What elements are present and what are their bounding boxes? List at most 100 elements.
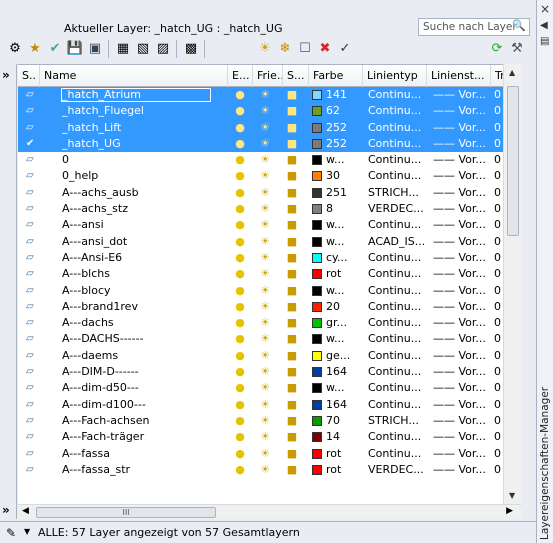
lightbulb-on-icon[interactable]: ● [233,331,247,347]
table-row[interactable]: ▱ A---dim-d100--- ● ☀ ■ 164 Continu... —— Vor..… [18,397,521,413]
layer-name[interactable]: 0_help [62,168,212,184]
layer-lineweight[interactable]: —— Vor... [433,413,491,429]
layer-lineweight[interactable]: —— Vor... [433,136,491,152]
layer-name[interactable]: A---dim-d100--- [62,397,212,413]
lightbulb-on-icon[interactable]: ● [233,168,247,184]
layer-lineweight[interactable]: —— Vor... [433,120,491,136]
layer-linetype[interactable]: ACAD_IS... [368,234,430,250]
layer-linetype[interactable]: VERDEC... [368,462,430,478]
table-row[interactable]: ▱ A---DIM-D------ ● ☀ ■ 164 Continu... —— Vor..… [18,364,521,380]
layer-color[interactable]: 20 [326,299,366,315]
layer-name[interactable]: A---blocy [62,283,212,299]
table-row[interactable]: ▱ _hatch_Fluegel ● ☀ ■ 62 Continu... —— Vor... 0 [18,103,521,120]
lightbulb-on-icon[interactable]: ● [233,120,247,136]
layer-color[interactable]: 251 [326,185,366,201]
layer-linetype[interactable]: Continu... [368,250,430,266]
layer-lineweight[interactable]: —— Vor... [433,217,491,233]
merge-icon[interactable]: ▨ [154,40,172,58]
layer-lineweight[interactable]: —— Vor... [433,446,491,462]
table-row[interactable]: ▱ A---DACHS------ ● ☀ ■ w... Continu... —— Vor.… [18,331,521,347]
lightbulb-on-icon[interactable]: ● [233,250,247,266]
layer-name[interactable]: _hatch_UG [62,136,212,152]
layer-color[interactable]: 164 [326,397,366,413]
layer-status-icon[interactable]: ▱ [26,429,46,445]
layer-color[interactable]: w... [326,152,366,168]
layer-name[interactable]: A---dachs [62,315,212,331]
col-color[interactable]: Farbe [309,65,363,87]
table-row[interactable]: ▱ A---blocy ● ☀ ■ w... Continu... —— Vor... 0 [18,283,521,299]
table-row[interactable]: ▱ A---dim-d50--- ● ☀ ■ w... Continu... —— Vor..… [18,380,521,396]
layer-status-icon[interactable]: ▱ [26,283,46,299]
layer-color[interactable]: 30 [326,168,366,184]
walk-icon[interactable]: ▧ [134,40,152,58]
color-swatch[interactable] [312,318,322,329]
layer-name[interactable]: A---DIM-D------ [62,364,212,380]
close-icon[interactable]: × [540,2,550,16]
filter-icon[interactable]: ✎ [6,526,16,540]
layer-name[interactable]: A---DACHS------ [62,331,212,347]
expand-filter-bottom-icon[interactable]: » [2,503,10,517]
unlocked-icon[interactable]: ■ [285,185,299,201]
color-swatch[interactable] [312,432,322,443]
unlocked-icon[interactable]: ■ [285,397,299,413]
sun-thawed-icon[interactable]: ☀ [258,217,272,233]
lightbulb-on-icon[interactable]: ● [233,234,247,250]
unlocked-icon[interactable]: ■ [285,331,299,347]
layer-lineweight[interactable]: —— Vor... [433,87,491,103]
lightbulb-on-icon[interactable]: ● [233,266,247,282]
layer-status-icon[interactable]: ▱ [26,315,46,331]
layer-lineweight[interactable]: —— Vor... [433,266,491,282]
layer-name[interactable]: A---fassa_str [62,462,212,478]
unlocked-icon[interactable]: ■ [285,299,299,315]
sun-thawed-icon[interactable]: ☀ [258,201,272,217]
layer-lineweight[interactable]: —— Vor... [433,152,491,168]
save-state-icon[interactable]: 💾 [66,40,84,58]
layer-status-icon[interactable]: ▱ [26,413,46,429]
table-row[interactable]: ▱ A---fassa_str ● ☀ ■ rot VERDEC... —— Vor... 0 [18,462,521,478]
unlocked-icon[interactable]: ■ [285,250,299,266]
layer-linetype[interactable]: Continu... [368,120,430,136]
set-current-icon[interactable]: ✓ [336,40,354,58]
layer-lineweight[interactable]: —— Vor... [433,250,491,266]
color-swatch[interactable] [312,106,322,117]
layer-name[interactable]: _hatch_Fluegel [62,103,212,119]
sun-thawed-icon[interactable]: ☀ [258,429,272,445]
layer-lineweight[interactable]: —— Vor... [433,380,491,396]
delete-layer-icon[interactable]: ☐ [296,40,314,58]
sun-thawed-icon[interactable]: ☀ [258,283,272,299]
layer-linetype[interactable]: Continu... [368,331,430,347]
scroll-right-icon[interactable]: ▶ [506,506,513,516]
table-row[interactable]: ▱ _hatch_Lift ● ☀ ■ 252 Continu... —— Vor... 0 [18,119,521,136]
table-row[interactable]: ▱ A---achs_stz ● ☀ ■ 8 VERDEC... —— Vor... 0 [18,201,521,217]
layer-lineweight[interactable]: —— Vor... [433,364,491,380]
layer-lineweight[interactable]: —— Vor... [433,103,491,119]
isolate-icon[interactable]: ▦ [114,40,132,58]
table-row[interactable]: ▱ 0_help ● ☀ ■ 30 Continu... —— Vor... 0 [18,168,521,184]
lightbulb-on-icon[interactable]: ● [233,315,247,331]
col-linetype[interactable]: Linientyp [363,65,427,87]
layer-lineweight[interactable]: —— Vor... [433,462,491,478]
color-swatch[interactable] [312,464,322,475]
layer-linetype[interactable]: Continu... [368,266,430,282]
layer-color[interactable]: 252 [326,136,366,152]
vertical-scrollbar[interactable]: ▲ ▼ [503,64,521,504]
layer-status-icon[interactable]: ▱ [26,120,46,136]
table-row[interactable]: ▱ A---Fach-achsen ● ☀ ■ 70 STRICH... —— Vor... 0 [18,413,521,429]
sun-thawed-icon[interactable]: ☀ [258,136,272,152]
layer-color[interactable]: w... [326,283,366,299]
lightbulb-on-icon[interactable]: ● [233,462,247,478]
layer-lineweight[interactable]: —— Vor... [433,234,491,250]
layer-linetype[interactable]: Continu... [368,103,430,119]
lightbulb-on-icon[interactable]: ● [233,299,247,315]
search-input[interactable]: Suche nach Layer 🔍 [418,18,530,36]
new-layer-frozen-icon[interactable]: ❄ [276,40,294,58]
layer-status-icon[interactable]: ▱ [26,250,46,266]
layer-name[interactable]: A---ansi [62,217,212,233]
lightbulb-on-icon[interactable]: ● [233,380,247,396]
lightbulb-on-icon[interactable]: ● [233,283,247,299]
unlocked-icon[interactable]: ■ [285,462,299,478]
unlocked-icon[interactable]: ■ [285,364,299,380]
col-status[interactable]: S.. [18,65,40,87]
table-row[interactable]: ▱ A---ansi_dot ● ☀ ■ w... ACAD_IS... —— Vor... 0 [18,234,521,250]
col-freeze[interactable]: Frie... [253,65,283,87]
